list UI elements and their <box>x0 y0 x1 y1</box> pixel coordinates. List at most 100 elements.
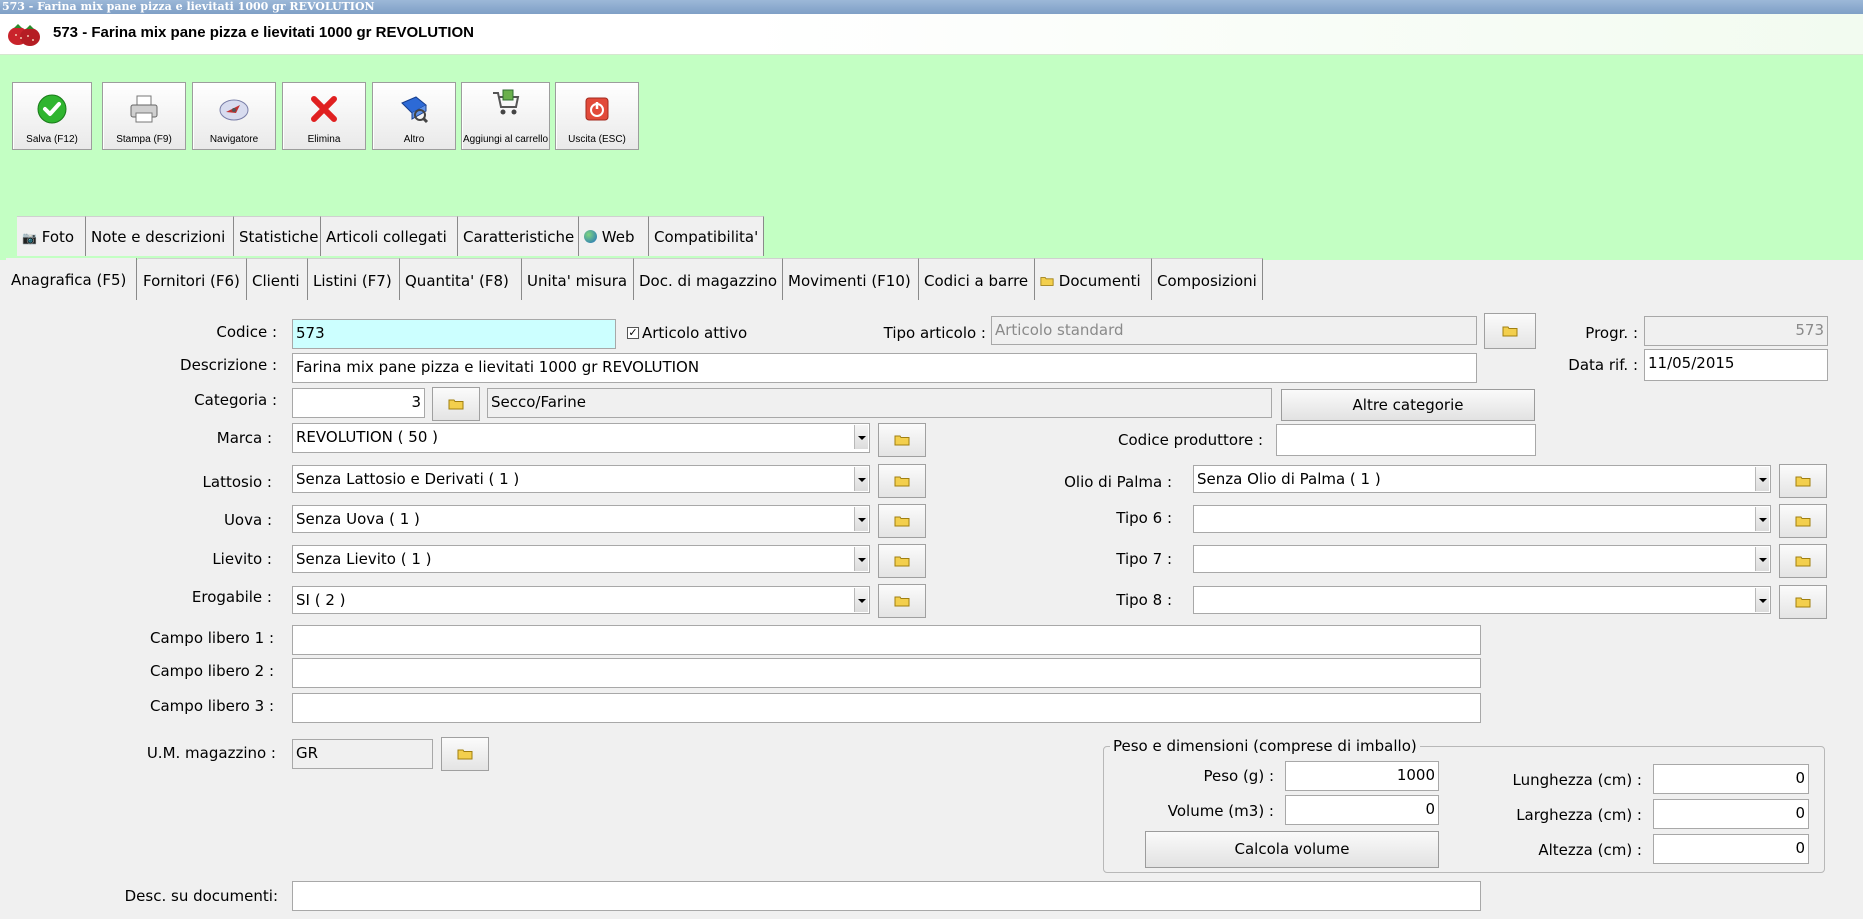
tab-caratteristiche[interactable]: Caratteristiche <box>458 216 579 256</box>
lievito-folder-button[interactable] <box>878 544 926 578</box>
tab-movimenti[interactable]: Movimenti (F10) <box>783 258 919 300</box>
compass-icon <box>219 99 249 121</box>
tipo-articolo-folder-button[interactable] <box>1484 313 1536 349</box>
chevron-down-icon <box>1755 547 1769 571</box>
tab-foto[interactable]: 📷 Foto <box>17 216 86 256</box>
lunghezza-field[interactable]: 0 <box>1653 764 1809 794</box>
data-rif-field[interactable]: 11/05/2015 <box>1644 349 1828 381</box>
tab-web[interactable]: Web <box>579 216 649 256</box>
tab-quantita[interactable]: Quantita' (F8) <box>400 258 522 300</box>
exit-button[interactable]: Uscita (ESC) <box>555 82 639 150</box>
tab-compatibilita[interactable]: Compatibilita' <box>649 216 764 256</box>
delete-button[interactable]: Elimina <box>282 82 366 150</box>
marca-select-value: REVOLUTION ( 50 ) <box>296 428 439 446</box>
tab-quantita-label: Quantita' (F8) <box>405 272 509 290</box>
page-title: 573 - Farina mix pane pizza e lievitati … <box>53 24 474 41</box>
categoria-folder-button[interactable] <box>432 387 480 421</box>
categoria-name-field: Secco/Farine <box>487 388 1272 418</box>
tipo-articolo-field[interactable]: Articolo standard <box>991 316 1477 345</box>
tipo7-folder-button[interactable] <box>1779 544 1827 578</box>
tab-note-descrizioni[interactable]: Note e descrizioni <box>86 216 234 256</box>
campo-libero-1-field[interactable] <box>292 625 1481 655</box>
print-button-label: Stampa (F9) <box>116 134 172 145</box>
volume-label: Volume (m3) : <box>1167 802 1274 820</box>
save-button[interactable]: Salva (F12) <box>12 82 92 150</box>
folder-icon <box>457 749 473 760</box>
tab-clienti[interactable]: Clienti <box>247 258 308 300</box>
marca-select[interactable]: REVOLUTION ( 50 ) <box>292 423 870 453</box>
folder-icon <box>894 516 910 527</box>
tab-unita-misura[interactable]: Unita' misura <box>522 258 634 300</box>
tab-fornitori-label: Fornitori (F6) <box>143 272 240 290</box>
tab-foto-label: Foto <box>41 228 75 246</box>
marca-folder-button[interactable] <box>878 423 926 457</box>
categoria-code-field[interactable]: 3 <box>292 388 425 418</box>
tab-note-label: Note e descrizioni <box>91 228 226 246</box>
lievito-select[interactable]: Senza Lievito ( 1 ) <box>292 545 870 573</box>
tipo8-folder-button[interactable] <box>1779 585 1827 619</box>
larghezza-field[interactable]: 0 <box>1653 799 1809 829</box>
tab-fornitori[interactable]: Fornitori (F6) <box>138 258 247 300</box>
tab-statistiche[interactable]: Statistiche <box>234 216 321 256</box>
tab-doc-magazzino[interactable]: Doc. di magazzino <box>634 258 783 300</box>
checkmark-icon <box>37 94 67 124</box>
tab-listini[interactable]: Listini (F7) <box>308 258 400 300</box>
altre-categorie-button[interactable]: Altre categorie <box>1281 389 1535 421</box>
other-button-label: Altro <box>403 134 425 145</box>
tipo6-folder-button[interactable] <box>1779 504 1827 538</box>
tab-anagrafica[interactable]: Anagrafica (F5) <box>6 258 137 300</box>
tipo-articolo-label: Tipo articolo : <box>883 324 986 342</box>
other-button[interactable]: Altro <box>372 82 456 150</box>
tab-codici-barre[interactable]: Codici a barre <box>919 258 1035 300</box>
campo-libero-3-field[interactable] <box>292 693 1481 723</box>
tab-composizioni-label: Composizioni <box>1157 272 1257 290</box>
desc-documenti-field[interactable] <box>292 881 1481 911</box>
erogabile-folder-button[interactable] <box>878 584 926 618</box>
tab-documenti-label: Documenti <box>1058 272 1141 290</box>
olio-palma-select-value: Senza Olio di Palma ( 1 ) <box>1197 470 1381 488</box>
chevron-down-icon <box>854 425 868 449</box>
navigator-button[interactable]: Navigatore <box>192 82 276 150</box>
add-to-cart-button-label: Aggiungi al carrello <box>462 134 549 145</box>
olio-palma-select[interactable]: Senza Olio di Palma ( 1 ) <box>1193 465 1771 493</box>
tab-documenti[interactable]: Documenti <box>1035 258 1152 300</box>
calcola-volume-button[interactable]: Calcola volume <box>1145 831 1439 868</box>
tab-doc-label: Doc. di magazzino <box>639 272 778 290</box>
peso-field[interactable]: 1000 <box>1285 761 1439 791</box>
descrizione-field[interactable]: Farina mix pane pizza e lievitati 1000 g… <box>292 353 1477 383</box>
olio-palma-folder-button[interactable] <box>1779 464 1827 498</box>
exit-button-label: Uscita (ESC) <box>568 134 626 145</box>
lattosio-select-value: Senza Lattosio e Derivati ( 1 ) <box>296 470 520 488</box>
folder-icon <box>894 476 910 487</box>
tipo8-select[interactable] <box>1193 586 1771 614</box>
volume-field[interactable]: 0 <box>1285 795 1439 825</box>
peso-dimensioni-title: Peso e dimensioni (comprese di imballo) <box>1110 737 1420 755</box>
tipo7-select[interactable] <box>1193 545 1771 573</box>
tab-movimenti-label: Movimenti (F10) <box>788 272 911 290</box>
globe-icon <box>584 230 597 243</box>
lievito-select-value: Senza Lievito ( 1 ) <box>296 550 432 568</box>
lattosio-select[interactable]: Senza Lattosio e Derivati ( 1 ) <box>292 465 870 493</box>
navigator-button-label: Navigatore <box>209 134 259 145</box>
tipo8-label: Tipo 8 : <box>1116 591 1172 609</box>
print-button[interactable]: Stampa (F9) <box>102 82 186 150</box>
altezza-field[interactable]: 0 <box>1653 834 1809 864</box>
erogabile-select[interactable]: SI ( 2 ) <box>292 586 870 614</box>
add-to-cart-button[interactable]: Aggiungi al carrello <box>461 82 550 150</box>
campo-libero-2-field[interactable] <box>292 658 1481 688</box>
desc-documenti-label: Desc. su documenti: <box>124 887 278 905</box>
uova-folder-button[interactable] <box>878 504 926 538</box>
tipo6-select[interactable] <box>1193 505 1771 533</box>
folder-icon <box>1795 516 1811 527</box>
uova-select[interactable]: Senza Uova ( 1 ) <box>292 505 870 533</box>
chevron-down-icon <box>854 547 868 571</box>
codice-produttore-field[interactable] <box>1276 424 1536 456</box>
lattosio-folder-button[interactable] <box>878 464 926 498</box>
tab-articoli-collegati[interactable]: Articoli collegati <box>321 216 458 256</box>
tab-composizioni[interactable]: Composizioni <box>1152 258 1263 300</box>
articolo-attivo-checkbox[interactable]: ✓ <box>627 327 639 339</box>
um-magazzino-folder-button[interactable] <box>441 737 489 771</box>
olio-palma-label: Olio di Palma : <box>1064 473 1172 491</box>
codice-field[interactable]: 573 <box>292 319 616 349</box>
um-magazzino-label: U.M. magazzino : <box>146 744 276 762</box>
